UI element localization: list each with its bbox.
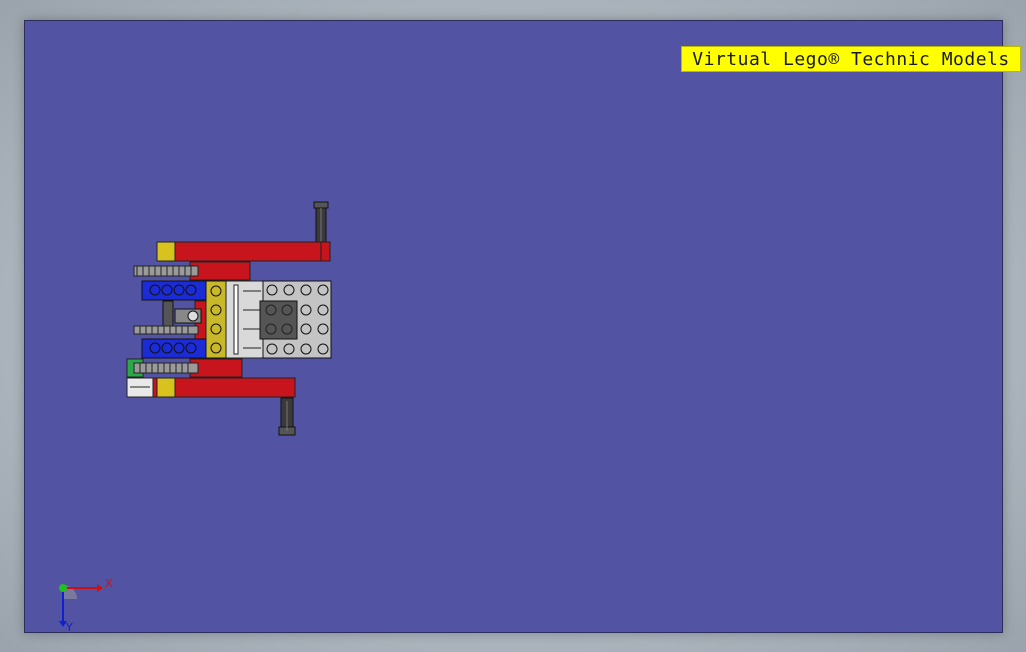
- lego-model[interactable]: [25, 21, 1002, 632]
- yellow-beam: [205, 280, 227, 359]
- top-axle-pin: [313, 201, 329, 245]
- gray-plate: [259, 280, 332, 359]
- bottom-red-beam: [126, 377, 296, 398]
- gear-middle: [133, 325, 199, 335]
- graphics-viewport[interactable]: Virtual Lego® Technic Models X Y: [24, 20, 1021, 633]
- x-axis-label: X: [105, 577, 113, 590]
- gray-connector: [225, 280, 265, 359]
- gear-lower: [133, 362, 199, 374]
- blue-beam-lower: [141, 338, 207, 359]
- coordinate-triad-icon: X Y: [59, 577, 113, 633]
- gear-upper: [133, 265, 199, 277]
- top-red-beam: [156, 241, 331, 262]
- blue-beam-upper: [141, 280, 207, 301]
- y-axis-label: Y: [65, 621, 73, 633]
- bottom-axle-pin: [278, 397, 296, 436]
- red-block-upper: [189, 261, 251, 281]
